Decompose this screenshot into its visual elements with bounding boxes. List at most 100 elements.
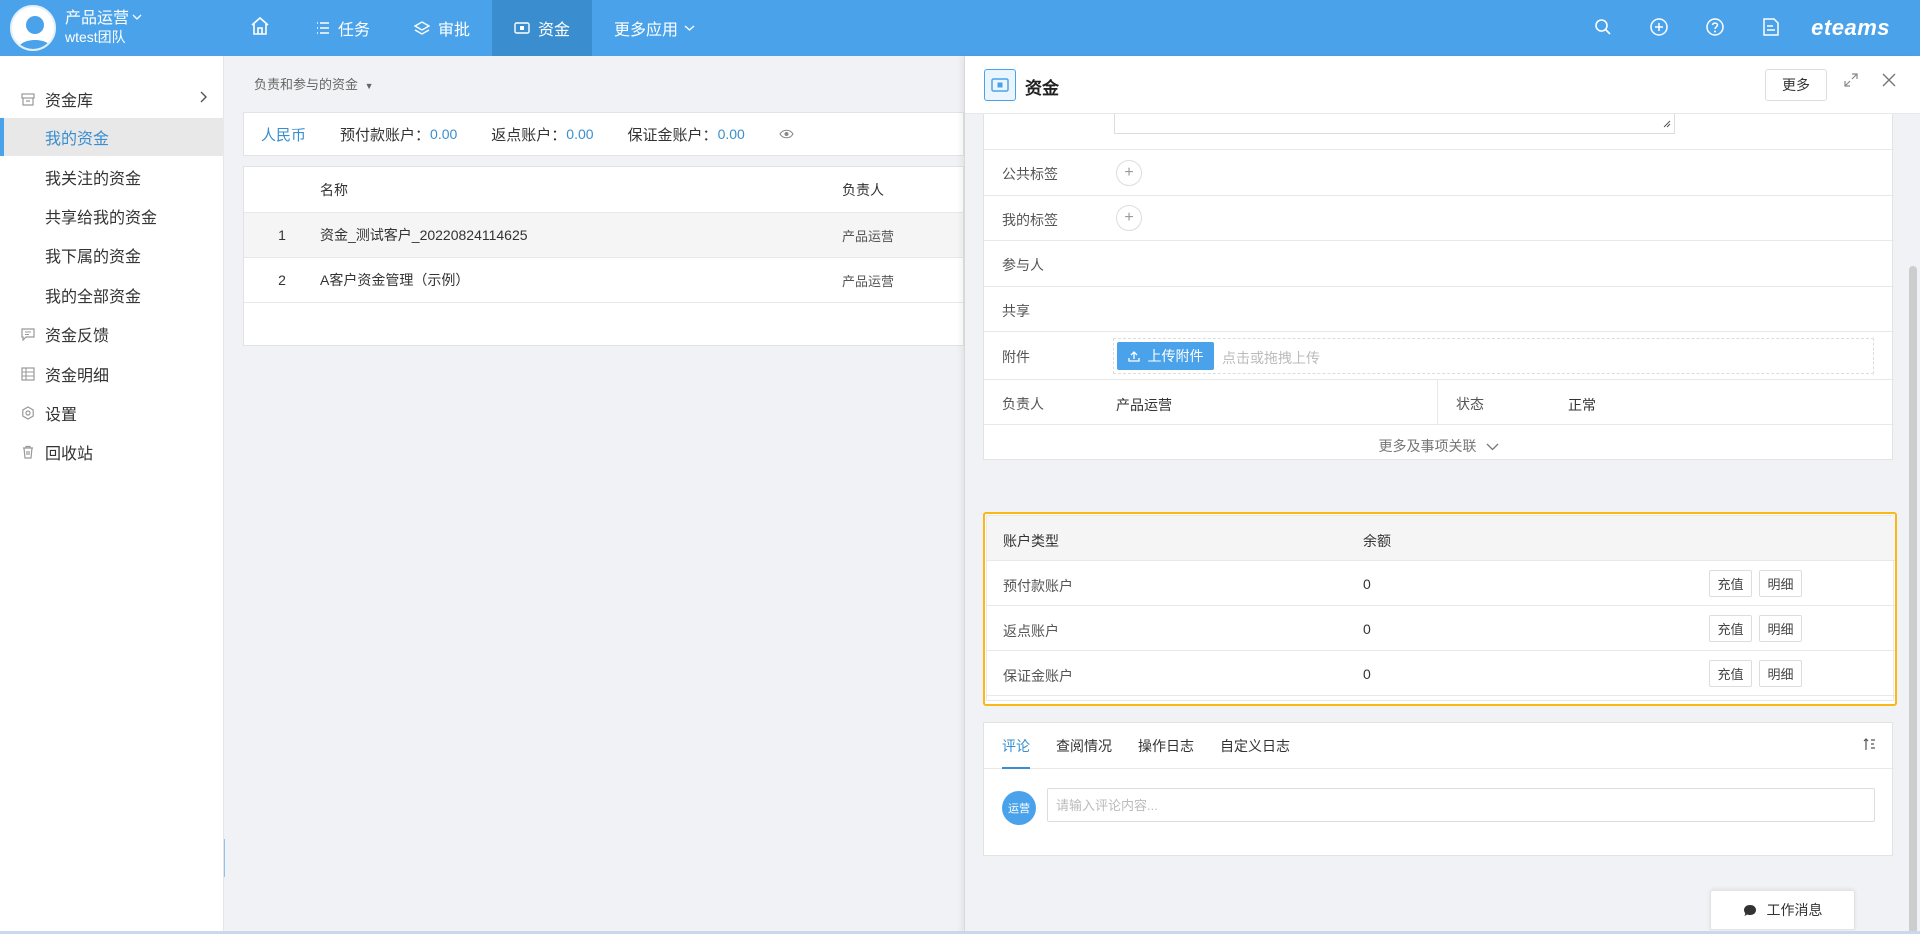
layers-icon: [414, 21, 431, 35]
upload-hint: 点击或拖拽上传: [1222, 350, 1320, 366]
trash-icon: [17, 445, 39, 459]
currency-selector[interactable]: 人民币: [261, 124, 306, 145]
panel-header: 资金 更多: [965, 56, 1920, 114]
nav-funds-label: 资金: [538, 22, 571, 39]
close-icon[interactable]: [1882, 73, 1896, 90]
search-icon: [1594, 18, 1612, 39]
expand-icon[interactable]: [1844, 73, 1858, 90]
sidebar: 资金库 我的资金 我关注的资金 共享给我的资金 我下属的资金 我的全部资金 资金…: [0, 56, 224, 934]
account-row: 预付款账户 0 充值 明细: [987, 561, 1895, 606]
search-button[interactable]: [1575, 0, 1631, 56]
sidebar-item-fund-feedback[interactable]: 资金反馈: [0, 315, 224, 353]
sidebar-item-label: 我的全部资金: [45, 289, 142, 306]
tab-comments[interactable]: 评论: [1002, 723, 1030, 769]
account-row: 保证金账户 0 充值 明细: [987, 651, 1895, 696]
recharge-button[interactable]: 充值: [1709, 570, 1752, 597]
comment-input[interactable]: [1047, 788, 1875, 822]
row-name[interactable]: 资金_测试客户_20220824114625: [320, 225, 842, 245]
sidebar-item-fund-library[interactable]: 资金库: [0, 80, 224, 118]
wallet-icon: [514, 21, 530, 35]
main-nav: 任务 审批 资金 更多应用: [226, 0, 717, 56]
balance-label: 保证金账户：: [627, 126, 718, 144]
sidebar-item-label: 我下属的资金: [45, 249, 142, 266]
chat-bubble-icon: [1743, 904, 1757, 917]
user-team: wtest团队: [65, 29, 126, 45]
table-row[interactable]: 1 资金_测试客户_20220824114625 产品运营: [244, 213, 963, 258]
row-owner: 产品运营: [842, 273, 895, 289]
status-value[interactable]: 正常: [1568, 395, 1596, 415]
detail-button[interactable]: 明细: [1759, 615, 1802, 642]
sidebar-item-label: 资金反馈: [45, 328, 110, 345]
wallet-icon: [984, 69, 1016, 101]
upload-attachment-button[interactable]: 上传附件: [1117, 342, 1214, 370]
nav-home[interactable]: [226, 0, 294, 56]
sidebar-item-subordinate-funds[interactable]: 我下属的资金: [0, 236, 224, 274]
recharge-button[interactable]: 充值: [1709, 660, 1752, 687]
row-index: 1: [278, 227, 286, 243]
funds-table: 名称 负责人 1 资金_测试客户_20220824114625 产品运营 2 A…: [243, 166, 964, 346]
nav-more-apps[interactable]: 更多应用: [592, 0, 717, 56]
tab-operation-log[interactable]: 操作日志: [1138, 723, 1194, 769]
main-content: 负责和参与的资金 ▼ 人民币 预付款账户： 0.00 返点账户： 0.00 保证…: [225, 56, 964, 934]
nav-approval[interactable]: 审批: [392, 0, 492, 56]
sidebar-item-fund-detail[interactable]: 资金明细: [0, 355, 224, 393]
notes-button[interactable]: [1743, 0, 1799, 56]
gear-icon: [17, 406, 39, 420]
account-table-header: 账户类型 余额: [987, 516, 1895, 561]
sidebar-item-my-funds[interactable]: 我的资金: [0, 118, 224, 156]
eye-icon[interactable]: [779, 129, 794, 139]
account-balance: 0: [1363, 576, 1371, 592]
account-balance-section: 账户类型 余额 预付款账户 0 充值 明细 返点账户 0 充值 明细 保证金账户…: [983, 512, 1897, 706]
tab-custom-log[interactable]: 自定义日志: [1220, 723, 1290, 769]
add-public-tag-button[interactable]: +: [1116, 160, 1142, 186]
caret-down-icon: ▼: [364, 81, 374, 91]
add-button[interactable]: [1631, 0, 1687, 56]
help-button[interactable]: [1687, 0, 1743, 56]
sidebar-item-shared-funds[interactable]: 共享给我的资金: [0, 197, 224, 235]
column-header-name[interactable]: 名称: [320, 180, 842, 200]
nav-task[interactable]: 任务: [294, 0, 392, 56]
sidebar-item-recycle-bin[interactable]: 回收站: [0, 433, 224, 471]
sidebar-item-followed-funds[interactable]: 我关注的资金: [0, 158, 224, 196]
avatar[interactable]: [10, 5, 56, 51]
filter-dropdown[interactable]: 负责和参与的资金 ▼: [254, 74, 374, 93]
more-relations-toggle[interactable]: 更多及事项关联: [984, 436, 1894, 456]
tab-views[interactable]: 查阅情况: [1056, 723, 1112, 769]
sidebar-item-all-funds[interactable]: 我的全部资金: [0, 276, 224, 314]
balance-value: 0.00: [717, 126, 745, 142]
more-button[interactable]: 更多: [1765, 69, 1827, 101]
work-message-button[interactable]: 工作消息: [1710, 890, 1855, 930]
nav-approval-label: 审批: [438, 22, 471, 39]
owner-value[interactable]: 产品运营: [1116, 395, 1172, 415]
row-name[interactable]: A客户资金管理（示例）: [320, 270, 842, 290]
user-name: 产品运营: [65, 10, 130, 27]
field-label: 状态: [1456, 396, 1484, 412]
user-menu[interactable]: 产品运营 wtest团队: [10, 5, 142, 51]
add-my-tag-button[interactable]: +: [1116, 205, 1142, 231]
sidebar-item-settings[interactable]: 设置: [0, 394, 224, 432]
filter-label: 负责和参与的资金: [254, 77, 359, 92]
account-type: 返点账户: [1003, 623, 1059, 639]
detail-button[interactable]: 明细: [1759, 570, 1802, 597]
sidebar-item-label: 我的资金: [45, 131, 110, 148]
eteams-logo[interactable]: eteams: [1811, 15, 1890, 41]
table-row[interactable]: 2 A客户资金管理（示例） 产品运营: [244, 258, 963, 303]
column-header-owner[interactable]: 负责人: [842, 180, 962, 200]
comments-section: 评论 查阅情况 操作日志 自定义日志 运营: [983, 722, 1894, 856]
avatar: 运营: [1002, 791, 1036, 825]
nav-task-label: 任务: [338, 22, 371, 39]
sidebar-item-label: 设置: [45, 407, 78, 424]
detail-button[interactable]: 明细: [1759, 660, 1802, 687]
column-header-balance: 余额: [1363, 533, 1391, 549]
sort-icon[interactable]: [1863, 738, 1876, 755]
nav-funds[interactable]: 资金: [492, 0, 593, 56]
account-row: 返点账户 0 充值 明细: [987, 606, 1895, 651]
chevron-down-icon: [132, 10, 142, 28]
recharge-button[interactable]: 充值: [1709, 615, 1752, 642]
row-index: 2: [278, 272, 286, 288]
field-label: 附件: [1002, 349, 1030, 365]
form-row-share[interactable]: 共享: [984, 287, 1894, 332]
field-label: 公共标签: [1002, 166, 1058, 182]
form-row-participants[interactable]: 参与人: [984, 241, 1894, 287]
panel-scrollbar[interactable]: [1909, 266, 1917, 934]
